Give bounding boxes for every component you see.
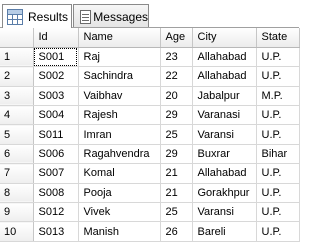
cell-state[interactable]: U.P. xyxy=(256,163,300,184)
row-number-cell[interactable]: 1 xyxy=(0,47,34,68)
row-number-cell[interactable]: 5 xyxy=(0,124,34,145)
cell-age[interactable]: 26 xyxy=(160,221,193,242)
tab-results[interactable]: Results xyxy=(2,4,72,28)
column-header-city[interactable]: City xyxy=(192,28,257,48)
table-row[interactable]: 7 S007 Komal 21 Allahabad U.P. xyxy=(0,163,300,184)
cell-age[interactable]: 22 xyxy=(160,66,193,87)
cell-age[interactable]: 20 xyxy=(160,86,193,107)
cell-age[interactable]: 25 xyxy=(160,202,193,223)
table-row[interactable]: 6 S006 Ragahvendra 29 Buxrar Bihar xyxy=(0,144,300,165)
table-row[interactable]: 1 S001 Raj 23 Allahabad U.P. xyxy=(0,47,300,68)
column-header-id[interactable]: Id xyxy=(33,28,79,48)
tab-messages-label: Messages xyxy=(93,9,148,24)
table-row[interactable]: 10 S013 Manish 26 Bareli U.P. xyxy=(0,221,300,242)
cell-name[interactable]: Ragahvendra xyxy=(78,144,161,165)
results-grid[interactable]: Id Name Age City State 1 S001 Raj 23 Allahab… xyxy=(0,28,300,242)
corner-header[interactable] xyxy=(0,28,34,48)
row-number-cell[interactable]: 9 xyxy=(0,202,34,223)
cell-city[interactable]: Varansi xyxy=(192,202,257,223)
cell-id[interactable]: S012 xyxy=(33,202,79,223)
table-row[interactable]: 9 S012 Vivek 25 Varansi U.P. xyxy=(0,202,300,223)
cell-state[interactable]: U.P. xyxy=(256,66,300,87)
cell-city[interactable]: Allahabad xyxy=(192,66,257,87)
cell-city[interactable]: Gorakhpur xyxy=(192,183,257,204)
column-header-age[interactable]: Age xyxy=(160,28,193,48)
column-header-state[interactable]: State xyxy=(256,28,300,48)
grid-icon xyxy=(7,8,23,25)
cell-state[interactable]: U.P. xyxy=(256,221,300,242)
table-row[interactable]: 8 S008 Pooja 21 Gorakhpur U.P. xyxy=(0,183,300,204)
cell-age[interactable]: 23 xyxy=(160,47,193,68)
row-number-cell[interactable]: 10 xyxy=(0,221,34,242)
cell-name[interactable]: Sachindra xyxy=(78,66,161,87)
tab-results-label: Results xyxy=(28,9,69,24)
cell-name[interactable]: Vivek xyxy=(78,202,161,223)
row-number-cell[interactable]: 3 xyxy=(0,86,34,107)
cell-name[interactable]: Komal xyxy=(78,163,161,184)
row-number-cell[interactable]: 2 xyxy=(0,66,34,87)
cell-id[interactable]: S008 xyxy=(33,183,79,204)
cell-name[interactable]: Vaibhav xyxy=(78,86,161,107)
cell-state[interactable]: U.P. xyxy=(256,47,300,68)
row-number-cell[interactable]: 4 xyxy=(0,105,34,126)
cell-age[interactable]: 29 xyxy=(160,105,193,126)
cell-name[interactable]: Imran xyxy=(78,124,161,145)
cell-id[interactable]: S002 xyxy=(33,66,79,87)
cell-name[interactable]: Manish xyxy=(78,221,161,242)
cell-id[interactable]: S003 xyxy=(33,86,79,107)
table-row[interactable]: 2 S002 Sachindra 22 Allahabad U.P. xyxy=(0,66,300,87)
cell-id[interactable]: S011 xyxy=(33,124,79,145)
row-number-cell[interactable]: 7 xyxy=(0,163,34,184)
cell-age[interactable]: 29 xyxy=(160,144,193,165)
cell-age[interactable]: 25 xyxy=(160,124,193,145)
cell-name[interactable]: Rajesh xyxy=(78,105,161,126)
cell-id[interactable]: S013 xyxy=(33,221,79,242)
header-row: Id Name Age City State xyxy=(0,28,300,48)
cell-id[interactable]: S001 xyxy=(33,47,79,68)
row-number-cell[interactable]: 6 xyxy=(0,144,34,165)
cell-id[interactable]: S004 xyxy=(33,105,79,126)
cell-age[interactable]: 21 xyxy=(160,163,193,184)
cell-city[interactable]: Allahabad xyxy=(192,47,257,68)
table-row[interactable]: 3 S003 Vaibhav 20 Jabalpur M.P. xyxy=(0,86,300,107)
cell-age[interactable]: 21 xyxy=(160,183,193,204)
cell-city[interactable]: Buxrar xyxy=(192,144,257,165)
results-table: Id Name Age City State 1 S001 Raj 23 Allahab… xyxy=(0,28,300,242)
tab-messages[interactable]: Messages xyxy=(73,4,149,28)
cell-city[interactable]: Varansi xyxy=(192,124,257,145)
messages-icon xyxy=(78,9,91,25)
cell-state[interactable]: U.P. xyxy=(256,202,300,223)
row-number-cell[interactable]: 8 xyxy=(0,183,34,204)
cell-state[interactable]: M.P. xyxy=(256,86,300,107)
cell-state[interactable]: U.P. xyxy=(256,105,300,126)
cell-name[interactable]: Pooja xyxy=(78,183,161,204)
cell-city[interactable]: Allahabad xyxy=(192,163,257,184)
cell-city[interactable]: Bareli xyxy=(192,221,257,242)
results-tabstrip: Results Messages xyxy=(0,0,299,28)
cell-id[interactable]: S007 xyxy=(33,163,79,184)
cell-state[interactable]: U.P. xyxy=(256,183,300,204)
table-row[interactable]: 5 S011 Imran 25 Varansi U.P. xyxy=(0,124,300,145)
cell-state[interactable]: U.P. xyxy=(256,124,300,145)
cell-city[interactable]: Varanasi xyxy=(192,105,257,126)
cell-id[interactable]: S006 xyxy=(33,144,79,165)
cell-name[interactable]: Raj xyxy=(78,47,161,68)
column-header-name[interactable]: Name xyxy=(78,28,161,48)
cell-city[interactable]: Jabalpur xyxy=(192,86,257,107)
table-row[interactable]: 4 S004 Rajesh 29 Varanasi U.P. xyxy=(0,105,300,126)
cell-state[interactable]: Bihar xyxy=(256,144,300,165)
